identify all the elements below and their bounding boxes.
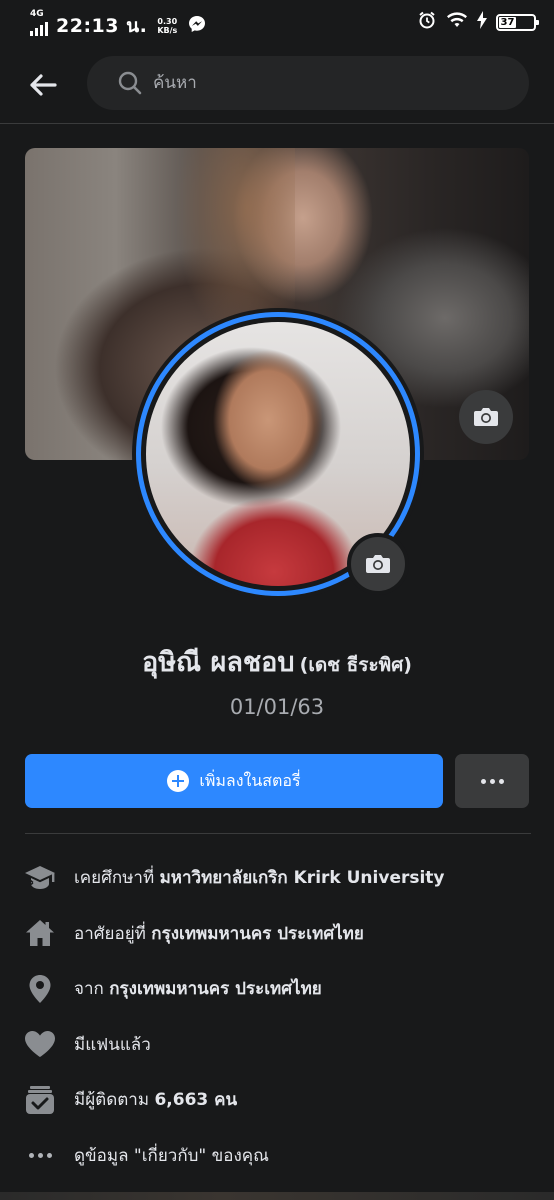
detail-hometown-prefix: จาก [74,979,110,1000]
status-time: 22:13 น. [56,15,148,37]
messenger-icon [187,14,207,38]
detail-followers[interactable]: มีผู้ติดตาม 6,663 คน [22,1072,532,1128]
detail-followers-text: มีผู้ติดตาม 6,663 คน [74,1086,237,1113]
add-to-story-button[interactable]: เพิ่มลงในสตอรี่ [25,754,443,808]
back-button[interactable] [22,64,64,106]
profile-subtitle: 01/01/63 [229,695,325,719]
location-pin-icon [22,971,58,1007]
speed-unit: KB/s [157,26,178,35]
detail-current-city-text: อาศัยอยู่ที่ กรุงเทพมหานคร ประเทศไทย [74,920,364,947]
charging-icon [477,11,487,33]
arrow-left-icon [30,74,57,96]
profile-alternate-name: (เดช ธีระพิศ) [299,654,412,676]
detail-education-prefix: เคยศึกษาที่ [74,868,160,889]
add-to-story-label: เพิ่มลงในสตอรี่ [199,770,301,790]
top-bar [0,44,554,124]
detail-education[interactable]: เคยศึกษาที่ มหาวิทยาลัยเกริก Krirk Unive… [22,850,532,906]
divider [25,833,531,834]
network-type: 4G [30,9,44,19]
detail-followers-prefix: มีผู้ติดตาม [74,1090,155,1111]
detail-relationship[interactable]: มีแฟนแล้ว [22,1017,532,1073]
more-dots-icon [22,1137,58,1173]
camera-icon [474,408,498,426]
followers-icon [22,1082,58,1118]
detail-see-about-text: ดูข้อมูล "เกี่ยวกับ" ของคุณ [74,1145,269,1166]
detail-current-city-value[interactable]: กรุงเทพมหานคร ประเทศไทย [151,924,364,944]
detail-current-city-prefix: อาศัยอยู่ที่ [74,923,152,944]
battery-level: 37 [499,16,516,28]
status-right: 37 [417,10,539,34]
search-icon [118,71,142,95]
camera-icon [366,555,390,573]
detail-followers-value[interactable]: 6,663 คน [154,1090,237,1110]
alarm-icon [417,10,437,34]
graduation-cap-icon [22,860,58,896]
battery-icon: 37 [496,13,539,31]
detail-relationship-text: มีแฟนแล้ว [74,1034,151,1055]
plus-circle-icon [167,770,190,792]
signal-icon [30,22,48,36]
profile-camera-button[interactable] [347,533,409,595]
profile-name-main: อุษิณี ผลชอบ [142,647,295,678]
more-horizontal-icon [480,778,504,784]
home-icon [22,915,58,951]
detail-education-value[interactable]: มหาวิทยาลัยเกริก Krirk University [160,868,445,888]
detail-see-about[interactable]: ดูข้อมูล "เกี่ยวกับ" ของคุณ [22,1128,532,1184]
cover-camera-button[interactable] [459,390,513,444]
detail-education-text: เคยศึกษาที่ มหาวิทยาลัยเกริก Krirk Unive… [74,864,445,891]
speed-value: 0.30 [157,17,178,26]
wifi-icon [446,11,468,33]
detail-hometown-text: จาก กรุงเทพมหานคร ประเทศไทย [74,975,322,1002]
detail-hometown-value[interactable]: กรุงเทพมหานคร ประเทศไทย [109,979,322,999]
search-box[interactable] [87,56,529,110]
network-speed: 0.30 KB/s [157,17,177,35]
status-bar: 4G 22:13 น. 0.30 KB/s 37 [0,0,554,44]
detail-hometown[interactable]: จาก กรุงเทพมหานคร ประเทศไทย [22,961,532,1017]
profile-details: เคยศึกษาที่ มหาวิทยาลัยเกริก Krirk Unive… [22,850,532,1183]
next-section-peek [0,1192,554,1200]
heart-icon [22,1026,58,1062]
search-input[interactable] [153,73,473,93]
status-left: 4G 22:13 น. 0.30 KB/s [30,9,207,41]
detail-current-city[interactable]: อาศัยอยู่ที่ กรุงเทพมหานคร ประเทศไทย [22,906,532,962]
profile-name: อุษิณี ผลชอบ (เดช ธีระพิศ) [0,640,554,683]
more-options-button[interactable] [455,754,529,808]
